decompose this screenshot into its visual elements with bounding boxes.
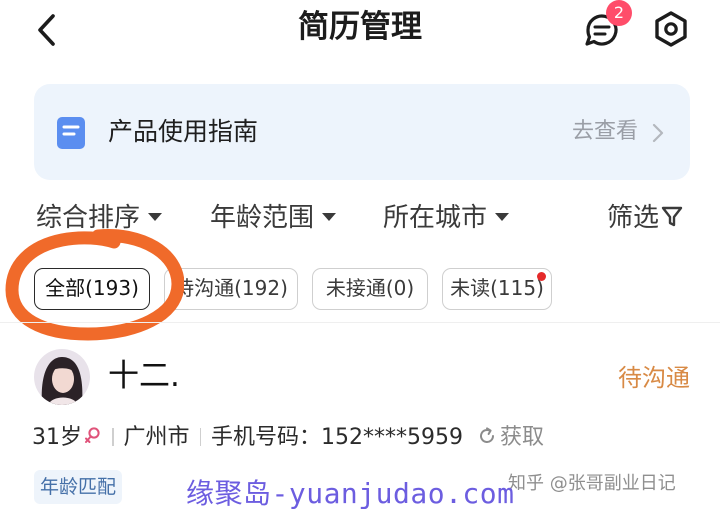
separator — [112, 428, 114, 446]
caret-down-icon — [148, 212, 163, 221]
site-watermark: 缘聚岛-yuanjudao.com — [186, 477, 515, 510]
filter-button[interactable]: 筛选 — [607, 196, 683, 240]
age-text: 31岁 — [32, 425, 82, 450]
status-label: 待沟通 — [618, 364, 690, 392]
age-filter-label: 年龄范围 — [210, 203, 315, 233]
zhihu-watermark: 知乎 @张哥副业日记 — [508, 473, 676, 494]
age-filter[interactable]: 年龄范围 — [210, 196, 337, 240]
chevron-right-icon — [650, 122, 666, 144]
settings-icon — [655, 11, 687, 47]
settings-button[interactable] — [650, 8, 692, 50]
funnel-icon — [661, 206, 683, 226]
guide-label: 产品使用指南 — [108, 117, 259, 146]
candidate-name[interactable]: 十二. — [108, 352, 180, 400]
chip-unread[interactable]: 未读(115) — [442, 268, 552, 310]
refresh-icon[interactable] — [477, 426, 497, 446]
divider — [0, 322, 720, 323]
caret-down-icon — [495, 212, 510, 221]
fetch-phone-button[interactable]: 获取 — [500, 425, 544, 450]
age-match-tag: 年龄匹配 — [34, 470, 123, 504]
chip-pending[interactable]: 待沟通(192) — [164, 268, 298, 310]
caret-down-icon — [322, 212, 337, 221]
phone-label: 手机号码： — [211, 425, 322, 450]
document-icon — [56, 116, 86, 150]
female-icon — [85, 427, 100, 443]
highlight-circle-annotation — [5, 229, 184, 341]
avatar[interactable] — [34, 349, 90, 405]
view-guide-link[interactable]: 去查看 — [572, 112, 638, 152]
message-count-badge: 2 — [606, 0, 632, 26]
separator — [199, 428, 202, 446]
city-filter[interactable]: 所在城市 — [383, 196, 510, 240]
chip-unreached[interactable]: 未接通(0) — [312, 268, 428, 310]
filter-label: 筛选 — [607, 203, 660, 233]
city-text: 广州市 — [123, 425, 190, 450]
city-filter-label: 所在城市 — [383, 203, 488, 233]
phone-number: 152****5959 — [321, 425, 464, 450]
unread-dot — [537, 272, 546, 281]
candidate-info-row: 31岁 广州市 手机号码：152****5959 获取 — [32, 420, 544, 456]
